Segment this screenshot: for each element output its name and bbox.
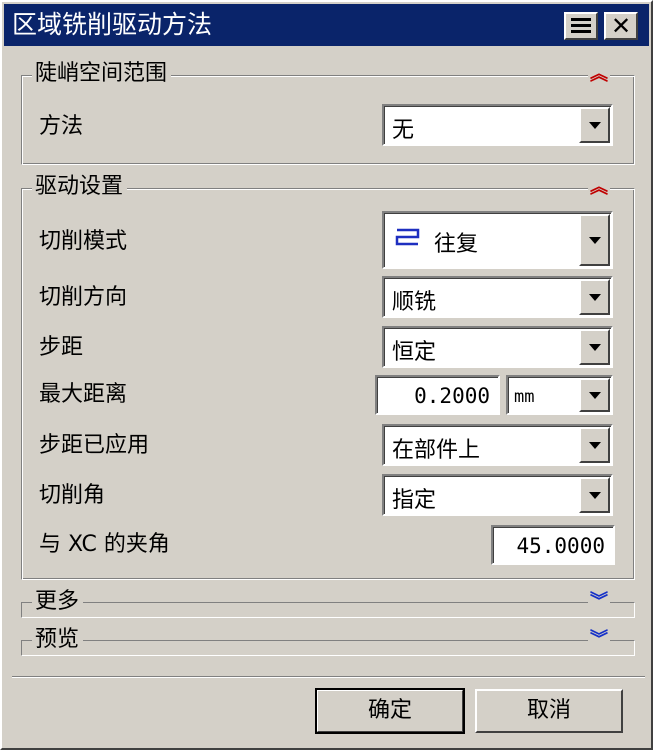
double-chevron-up-icon[interactable]: ︽ [588, 177, 610, 199]
double-chevron-down-icon[interactable]: ︾ [588, 591, 610, 613]
more-group-title: 更多 [32, 590, 84, 614]
max-distance-input[interactable]: 0.2000 [375, 375, 500, 415]
cut-pattern-label: 切削模式 [39, 229, 128, 254]
cut-pattern-select[interactable]: 往复 [382, 211, 613, 269]
stepover-applied-dropdown-button[interactable] [579, 427, 610, 463]
stepover-label: 步距 [39, 335, 84, 360]
zig-zag-pattern-icon [395, 228, 420, 246]
stepover-applied-label: 步距已应用 [39, 433, 150, 458]
dialog-window: 区域铣削驱动方法 ✕ 陡峭空间范围 ︽ 方法 无 驱动设置 ︽ 切削模式 往复 [0, 0, 653, 750]
cut-direction-label: 切削方向 [39, 285, 128, 310]
double-chevron-up-icon[interactable]: ︽ [588, 64, 610, 86]
chevron-down-icon [588, 492, 601, 499]
xc-angle-input[interactable]: 45.0000 [491, 525, 615, 565]
preview-group[interactable]: 预览 ︾ [21, 628, 635, 656]
chevron-down-icon [588, 344, 601, 351]
double-chevron-down-icon[interactable]: ︾ [588, 629, 610, 651]
cut-angle-select[interactable]: 指定 [382, 474, 613, 516]
max-distance-label: 最大距离 [39, 382, 128, 407]
method-select[interactable]: 无 [382, 104, 613, 146]
unit-dropdown-button[interactable] [579, 378, 610, 412]
close-icon: ✕ [610, 12, 632, 40]
stepover-dropdown-button[interactable] [579, 329, 610, 365]
chevron-down-icon [588, 392, 601, 399]
close-button[interactable]: ✕ [604, 12, 638, 40]
method-dropdown-button[interactable] [579, 107, 610, 143]
chevron-down-icon [588, 294, 601, 301]
xc-angle-label: 与 XC 的夹角 [39, 532, 170, 557]
drive-settings-group-title: 驱动设置 [32, 175, 128, 199]
menu-button[interactable] [564, 12, 598, 40]
cancel-button[interactable]: 取消 [475, 689, 623, 733]
stepover-select[interactable]: 恒定 [382, 326, 613, 368]
cut-direction-dropdown-button[interactable] [579, 279, 610, 315]
window-title: 区域铣削驱动方法 [12, 10, 213, 39]
chevron-down-icon [588, 122, 601, 129]
preview-group-title: 预览 [32, 628, 84, 652]
more-group[interactable]: 更多 ︾ [21, 590, 635, 618]
method-label: 方法 [39, 114, 84, 139]
cut-angle-dropdown-button[interactable] [579, 477, 610, 513]
chevron-down-icon [588, 237, 601, 244]
cut-direction-select[interactable]: 顺铣 [382, 276, 613, 318]
steep-space-group-title: 陡峭空间范围 [32, 62, 172, 86]
stepover-applied-select[interactable]: 在部件上 [382, 424, 613, 466]
cut-angle-label: 切削角 [39, 483, 106, 508]
chevron-down-icon [588, 442, 601, 449]
cut-pattern-dropdown-button[interactable] [579, 214, 610, 266]
footer-divider [12, 676, 645, 678]
max-distance-unit-select[interactable]: mm [506, 375, 613, 415]
ok-button[interactable]: 确定 [315, 688, 465, 734]
title-bar[interactable]: 区域铣削驱动方法 ✕ [4, 4, 649, 46]
